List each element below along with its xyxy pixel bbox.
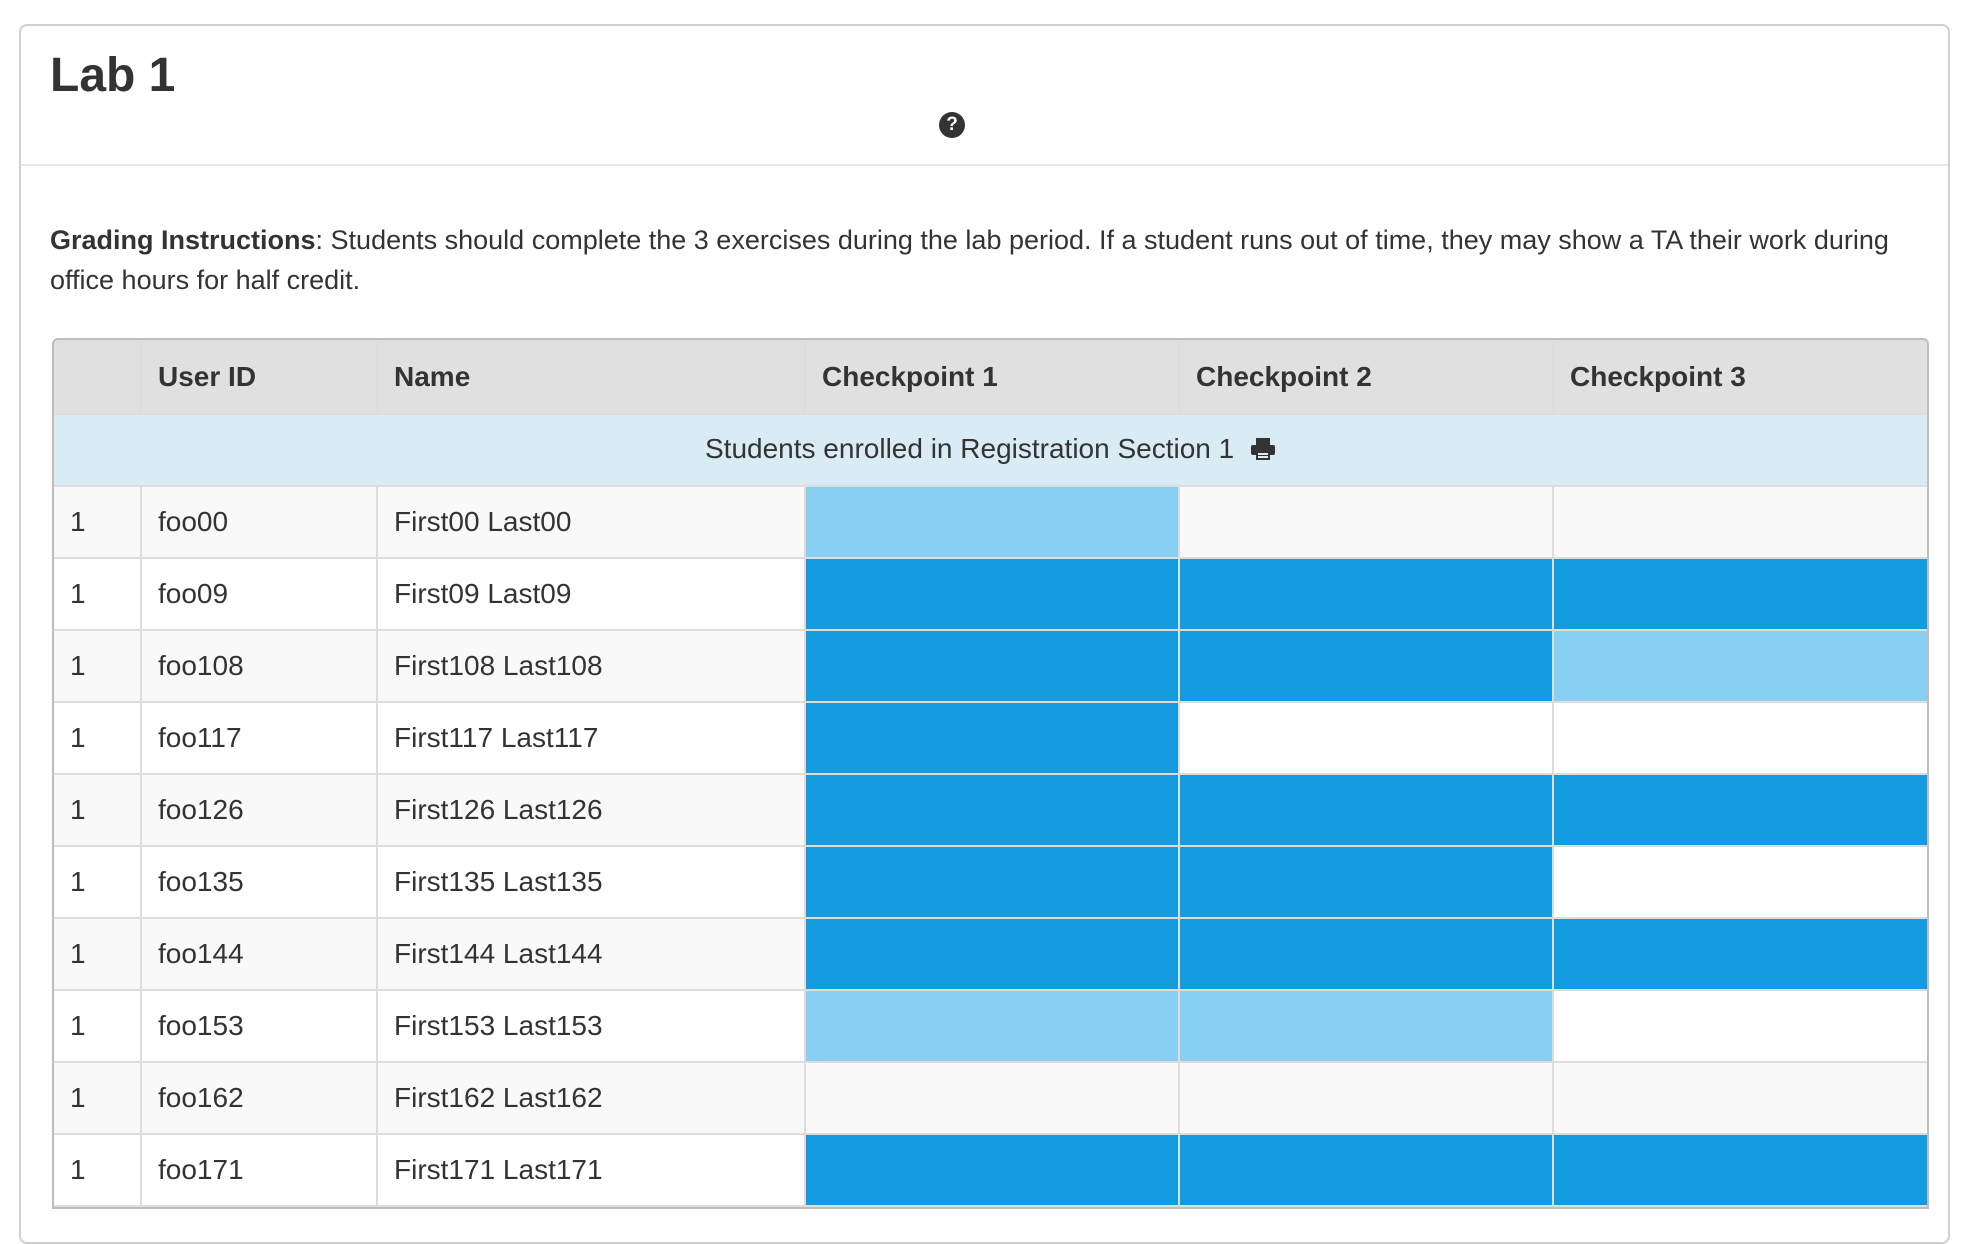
table-row: 1 foo108 First108 Last108 <box>54 629 1927 703</box>
cell-name: First135 Last135 <box>376 845 806 919</box>
checkpoint-2-cell[interactable] <box>1178 773 1554 847</box>
help-icon[interactable]: ? <box>939 112 965 138</box>
checkpoint-1-cell[interactable] <box>804 917 1180 991</box>
section-label: Students enrolled in Registration Sectio… <box>705 432 1235 464</box>
table-row: 1 foo09 First09 Last09 <box>54 557 1927 631</box>
cell-user-id: foo171 <box>140 1133 378 1207</box>
grading-panel: Lab 1 ? Grading Instructions: Students s… <box>19 24 1950 1244</box>
column-header-checkpoint-3: Checkpoint 3 <box>1552 340 1927 415</box>
table-row: 1 foo162 First162 Last162 <box>54 1061 1927 1135</box>
cell-name: First171 Last171 <box>376 1133 806 1207</box>
cell-user-id: foo162 <box>140 1061 378 1135</box>
cell-user-id: foo144 <box>140 917 378 991</box>
cell-name: First126 Last126 <box>376 773 806 847</box>
column-header-checkpoint-1: Checkpoint 1 <box>804 340 1180 415</box>
column-header-name: Name <box>376 340 806 415</box>
print-icon[interactable] <box>1250 436 1276 468</box>
section-header-row: Students enrolled in Registration Sectio… <box>54 413 1927 487</box>
checkpoint-2-cell[interactable] <box>1178 1133 1554 1207</box>
checkpoint-3-cell[interactable] <box>1552 629 1927 703</box>
cell-name: First108 Last108 <box>376 629 806 703</box>
checkpoint-2-cell[interactable] <box>1178 485 1554 559</box>
checkpoint-2-cell[interactable] <box>1178 1061 1554 1135</box>
table-row: 1 foo117 First117 Last117 <box>54 701 1927 775</box>
cell-name: First00 Last00 <box>376 485 806 559</box>
grading-table: User ID Name Checkpoint 1 Checkpoint 2 C… <box>54 340 1927 1207</box>
cell-user-id: foo135 <box>140 845 378 919</box>
table-row: 1 foo135 First135 Last135 <box>54 845 1927 919</box>
cell-name: First162 Last162 <box>376 1061 806 1135</box>
page-title: Lab 1 <box>50 49 176 102</box>
checkpoint-1-cell[interactable] <box>804 845 1180 919</box>
checkpoint-1-cell[interactable] <box>804 701 1180 775</box>
checkpoint-3-cell[interactable] <box>1552 845 1927 919</box>
table-row: 1 foo153 First153 Last153 <box>54 989 1927 1063</box>
cell-section: 1 <box>54 773 142 847</box>
checkpoint-1-cell[interactable] <box>804 557 1180 631</box>
checkpoint-3-cell[interactable] <box>1552 701 1927 775</box>
checkpoint-1-cell[interactable] <box>804 773 1180 847</box>
cell-section: 1 <box>54 701 142 775</box>
checkpoint-2-cell[interactable] <box>1178 629 1554 703</box>
grading-table-wrapper: User ID Name Checkpoint 1 Checkpoint 2 C… <box>52 338 1929 1209</box>
cell-name: First153 Last153 <box>376 989 806 1063</box>
cell-section: 1 <box>54 485 142 559</box>
checkpoint-2-cell[interactable] <box>1178 917 1554 991</box>
checkpoint-2-cell[interactable] <box>1178 989 1554 1063</box>
checkpoint-3-cell[interactable] <box>1552 557 1927 631</box>
checkpoint-3-cell[interactable] <box>1552 1133 1927 1207</box>
cell-user-id: foo00 <box>140 485 378 559</box>
cell-name: First117 Last117 <box>376 701 806 775</box>
grading-instructions: Grading Instructions: Students should co… <box>50 220 1930 300</box>
section-header-cell: Students enrolled in Registration Sectio… <box>54 413 1927 487</box>
table-header-row: User ID Name Checkpoint 1 Checkpoint 2 C… <box>54 340 1927 415</box>
cell-user-id: foo09 <box>140 557 378 631</box>
checkpoint-2-cell[interactable] <box>1178 557 1554 631</box>
cell-name: First144 Last144 <box>376 917 806 991</box>
column-header-section <box>54 340 142 415</box>
cell-section: 1 <box>54 989 142 1063</box>
checkpoint-3-cell[interactable] <box>1552 1061 1927 1135</box>
checkpoint-1-cell[interactable] <box>804 989 1180 1063</box>
cell-user-id: foo108 <box>140 629 378 703</box>
cell-user-id: foo153 <box>140 989 378 1063</box>
instructions-text: Students should complete the 3 exercises… <box>50 225 1889 295</box>
instructions-label: Grading Instructions <box>50 225 316 255</box>
checkpoint-1-cell[interactable] <box>804 485 1180 559</box>
cell-section: 1 <box>54 1133 142 1207</box>
checkpoint-3-cell[interactable] <box>1552 917 1927 991</box>
cell-section: 1 <box>54 1061 142 1135</box>
cell-user-id: foo117 <box>140 701 378 775</box>
table-row: 1 foo126 First126 Last126 <box>54 773 1927 847</box>
table-row: 1 foo171 First171 Last171 <box>54 1133 1927 1207</box>
table-row: 1 foo00 First00 Last00 <box>54 485 1927 559</box>
checkpoint-1-cell[interactable] <box>804 629 1180 703</box>
panel-heading: Lab 1 ? <box>21 26 1948 166</box>
cell-name: First09 Last09 <box>376 557 806 631</box>
cell-section: 1 <box>54 845 142 919</box>
table-row: 1 foo144 First144 Last144 <box>54 917 1927 991</box>
checkpoint-2-cell[interactable] <box>1178 701 1554 775</box>
checkpoint-3-cell[interactable] <box>1552 989 1927 1063</box>
cell-section: 1 <box>54 917 142 991</box>
cell-section: 1 <box>54 557 142 631</box>
checkpoint-1-cell[interactable] <box>804 1133 1180 1207</box>
checkpoint-1-cell[interactable] <box>804 1061 1180 1135</box>
checkpoint-3-cell[interactable] <box>1552 485 1927 559</box>
cell-user-id: foo126 <box>140 773 378 847</box>
instructions-separator: : <box>315 225 324 255</box>
checkpoint-3-cell[interactable] <box>1552 773 1927 847</box>
column-header-checkpoint-2: Checkpoint 2 <box>1178 340 1554 415</box>
column-header-user-id: User ID <box>140 340 378 415</box>
cell-section: 1 <box>54 629 142 703</box>
checkpoint-2-cell[interactable] <box>1178 845 1554 919</box>
